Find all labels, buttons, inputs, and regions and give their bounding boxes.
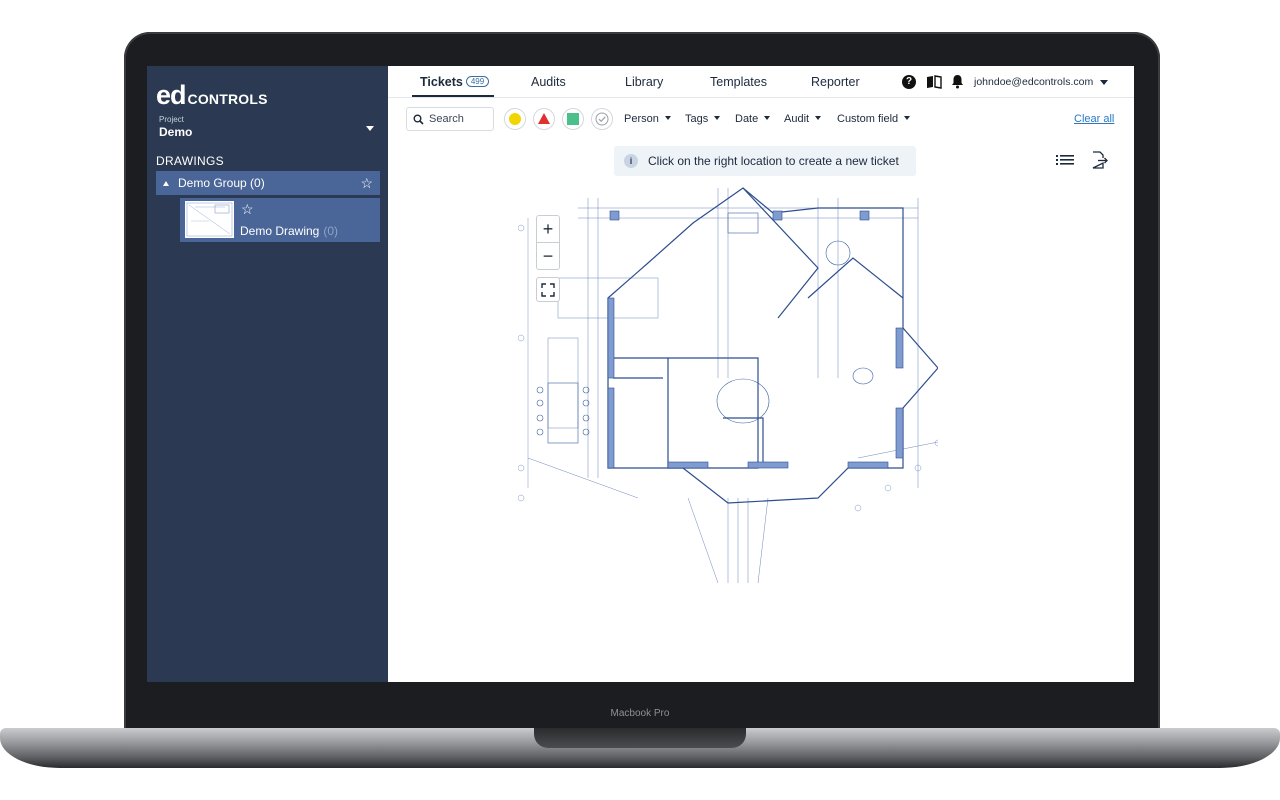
tab-library[interactable]: Library xyxy=(625,75,663,89)
tickets-count-badge: 499 xyxy=(465,76,490,87)
drawing-thumbnail xyxy=(185,201,234,238)
project-name: Demo xyxy=(159,125,193,139)
fit-screen-button[interactable] xyxy=(536,277,560,302)
logo-mark: ed xyxy=(156,80,186,110)
zoom-control: + − xyxy=(536,215,560,270)
drawing-group-row[interactable]: Demo Group (0) ☆ xyxy=(156,171,380,195)
tab-reporter[interactable]: Reporter xyxy=(811,75,860,89)
bell-icon[interactable] xyxy=(951,74,964,94)
check-circle-icon xyxy=(595,112,609,126)
list-icon[interactable] xyxy=(1056,153,1074,171)
search-input[interactable] xyxy=(429,113,489,125)
search-box[interactable] xyxy=(406,107,494,131)
active-tab-indicator xyxy=(412,95,494,97)
green-square-icon xyxy=(567,113,579,125)
chevron-down-icon[interactable] xyxy=(1100,80,1108,85)
chevron-down-icon xyxy=(714,116,721,120)
chevron-down-icon xyxy=(764,116,771,120)
app-screen: ed CONTROLS Project Demo DRAWINGS Demo G… xyxy=(147,66,1134,682)
clear-all-link[interactable]: Clear all xyxy=(1074,113,1114,125)
tab-templates[interactable]: Templates xyxy=(710,75,767,89)
tags-filter-dropdown[interactable]: Tags xyxy=(685,113,721,125)
star-icon[interactable]: ☆ xyxy=(360,175,373,192)
fit-screen-icon xyxy=(541,282,555,297)
status-open-filter[interactable] xyxy=(504,108,526,130)
custom-field-filter-dropdown[interactable]: Custom field xyxy=(837,113,911,125)
filter-bar: Person Tags Date Audit Custom field Clea… xyxy=(388,98,1134,138)
notice-text: Click on the right location to create a … xyxy=(648,154,899,168)
laptop-notch xyxy=(534,728,746,748)
tab-tickets[interactable]: Tickets 499 xyxy=(420,75,490,89)
chevron-down-icon xyxy=(366,126,374,131)
star-icon[interactable]: ☆ xyxy=(241,201,254,218)
user-email[interactable]: johndoe@edcontrols.com xyxy=(974,76,1093,88)
book-icon[interactable] xyxy=(926,75,942,94)
logo: ed CONTROLS xyxy=(156,82,268,109)
date-filter-dropdown[interactable]: Date xyxy=(735,113,771,125)
drawing-count: (0) xyxy=(323,224,339,238)
chevron-down-icon xyxy=(815,116,822,120)
zoom-out-button[interactable]: − xyxy=(537,243,559,269)
project-selector[interactable]: Project Demo xyxy=(159,115,374,139)
collapse-caret-icon[interactable] xyxy=(163,180,169,186)
sidebar: ed CONTROLS Project Demo DRAWINGS Demo G… xyxy=(147,66,388,682)
status-urgent-filter[interactable] xyxy=(533,108,555,130)
chevron-down-icon xyxy=(904,116,911,120)
info-icon: i xyxy=(624,154,638,168)
drawing-item[interactable]: ☆ Demo Drawing (0) xyxy=(180,198,380,242)
export-icon[interactable] xyxy=(1092,151,1108,174)
chevron-down-icon xyxy=(664,116,671,120)
red-triangle-icon xyxy=(538,113,550,124)
floor-plan-drawing[interactable] xyxy=(518,178,938,584)
logo-word: CONTROLS xyxy=(187,91,268,107)
help-icon[interactable]: ? xyxy=(902,75,916,89)
status-done-filter[interactable] xyxy=(562,108,584,130)
tab-audits[interactable]: Audits xyxy=(531,75,566,89)
laptop-brand: Macbook Pro xyxy=(610,708,670,719)
top-navigation: Tickets 499 Audits Library Templates Repo… xyxy=(388,66,1134,98)
zoom-in-button[interactable]: + xyxy=(537,216,559,242)
drawing-label: Demo Drawing (0) xyxy=(240,224,339,238)
search-icon xyxy=(413,114,424,125)
drawing-group-label: Demo Group (0) xyxy=(178,176,265,190)
project-caption: Project xyxy=(159,115,184,124)
yellow-circle-icon xyxy=(509,113,521,125)
status-completed-filter[interactable] xyxy=(591,108,613,130)
drawings-section-title: DRAWINGS xyxy=(156,154,224,168)
person-filter-dropdown[interactable]: Person xyxy=(624,113,671,125)
create-ticket-notice: i Click on the right location to create … xyxy=(614,146,916,176)
main-panel: Tickets 499 Audits Library Templates Repo… xyxy=(388,66,1134,682)
audit-filter-dropdown[interactable]: Audit xyxy=(784,113,822,125)
